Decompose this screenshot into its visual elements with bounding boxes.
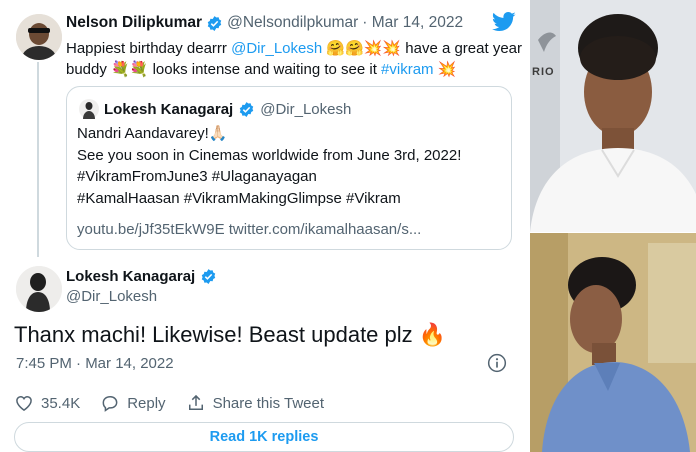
reply-text-body: Thanx machi! Likewise! Beast update plz	[14, 322, 413, 347]
verified-badge-icon	[207, 15, 222, 31]
quote-text: Nandri Aandavarey!🙏🏻 See you soon in Cin…	[77, 123, 461, 209]
reply-button[interactable]: Reply	[100, 393, 166, 413]
tweet-panel: Nelson Dilipkumar @Nelsondilpkumar · Mar…	[0, 0, 530, 452]
quoted-tweet-card[interactable]: Lokesh Kanagaraj @Dir_Lokesh Nandri Aand…	[66, 86, 512, 250]
tweet-author-handle[interactable]: @Nelsondilpkumar	[227, 14, 358, 32]
reply-label: Reply	[127, 394, 166, 412]
avatar-photo-icon	[16, 266, 62, 312]
tweet-header: Nelson Dilipkumar @Nelsondilpkumar · Mar…	[66, 14, 463, 32]
reply-timestamp[interactable]: 7:45 PM · Mar 14, 2022	[16, 355, 174, 372]
reply-text: Thanx machi! Likewise! Beast update plz …	[14, 322, 446, 348]
fire-emoji: 🔥	[418, 322, 447, 347]
hashtag-link[interactable]: #vikram	[381, 61, 434, 78]
verified-badge-icon	[239, 101, 254, 117]
reply-header: Lokesh Kanagaraj	[66, 268, 217, 285]
action-bar: 35.4K Reply Share this Tweet	[14, 392, 344, 414]
tweet-author-name[interactable]: Nelson Dilipkumar	[66, 14, 202, 32]
lokesh-avatar[interactable]	[16, 266, 62, 312]
emoji-group-3: 💥	[437, 61, 457, 78]
portrait-man-blue-shirt-image	[530, 233, 696, 452]
photo-collage: RIO	[530, 0, 696, 452]
reply-author-name[interactable]: Lokesh Kanagaraj	[66, 268, 195, 285]
like-count: 35.4K	[41, 394, 81, 412]
share-button[interactable]: Share this Tweet	[186, 393, 324, 413]
quote-avatar-icon	[79, 99, 99, 119]
nelson-avatar[interactable]	[16, 14, 62, 60]
mention-link[interactable]: @Dir_Lokesh	[231, 40, 322, 57]
heart-icon	[16, 395, 32, 411]
quote-header: Lokesh Kanagaraj @Dir_Lokesh	[79, 99, 351, 119]
quote-author-name[interactable]: Lokesh Kanagaraj	[104, 101, 233, 118]
share-icon	[188, 394, 203, 410]
tweet-text-line2-middle: looks intense and waiting to see it	[148, 61, 382, 78]
share-label: Share this Tweet	[212, 394, 325, 412]
photo-top-caption: RIO	[532, 66, 555, 78]
twitter-bird-icon	[492, 12, 516, 31]
quote-line-4: #KamalHaasan #VikramMakingGlimpse #Vikra…	[77, 189, 401, 207]
tweet-text-line2-prefix: buddy	[66, 61, 112, 78]
tweet-date[interactable]: · Mar 14, 2022	[362, 14, 463, 32]
reply-author-handle[interactable]: @Dir_Lokesh	[66, 288, 157, 305]
photo-top: RIO	[530, 0, 696, 232]
like-button[interactable]: 35.4K	[14, 393, 80, 413]
tweet-text-line1-prefix: Happiest birthday dearrr	[66, 40, 232, 57]
tweet-text: Happiest birthday dearrr @Dir_Lokesh 🤗🤗💥…	[66, 38, 522, 80]
verified-badge-icon	[201, 269, 216, 284]
info-icon[interactable]	[487, 353, 507, 373]
quote-author-handle[interactable]: @Dir_Lokesh	[260, 101, 351, 118]
avatar-photo-icon	[16, 14, 62, 60]
reply-bubble-icon	[102, 396, 118, 412]
quote-links[interactable]: youtu.be/jJf35tEkW9E twitter.com/ikamalh…	[77, 221, 421, 238]
emoji-group-1: 🤗🤗💥💥	[326, 40, 402, 57]
emoji-group-2: 💐💐	[111, 61, 149, 78]
photo-bottom	[530, 233, 696, 452]
quote-line-3: #VikramFromJune3 #Ulaganayagan	[77, 168, 317, 185]
thread-line	[37, 62, 39, 257]
portrait-man-curly-hair-image	[530, 0, 696, 232]
read-replies-button[interactable]: Read 1K replies	[14, 422, 514, 452]
quote-line-2: See you soon in Cinemas worldwide from J…	[77, 146, 462, 164]
quote-line-1: Nandri Aandavarey!🙏🏻	[77, 125, 228, 142]
tweet-text-line1-suffix: have a great year	[401, 40, 523, 57]
